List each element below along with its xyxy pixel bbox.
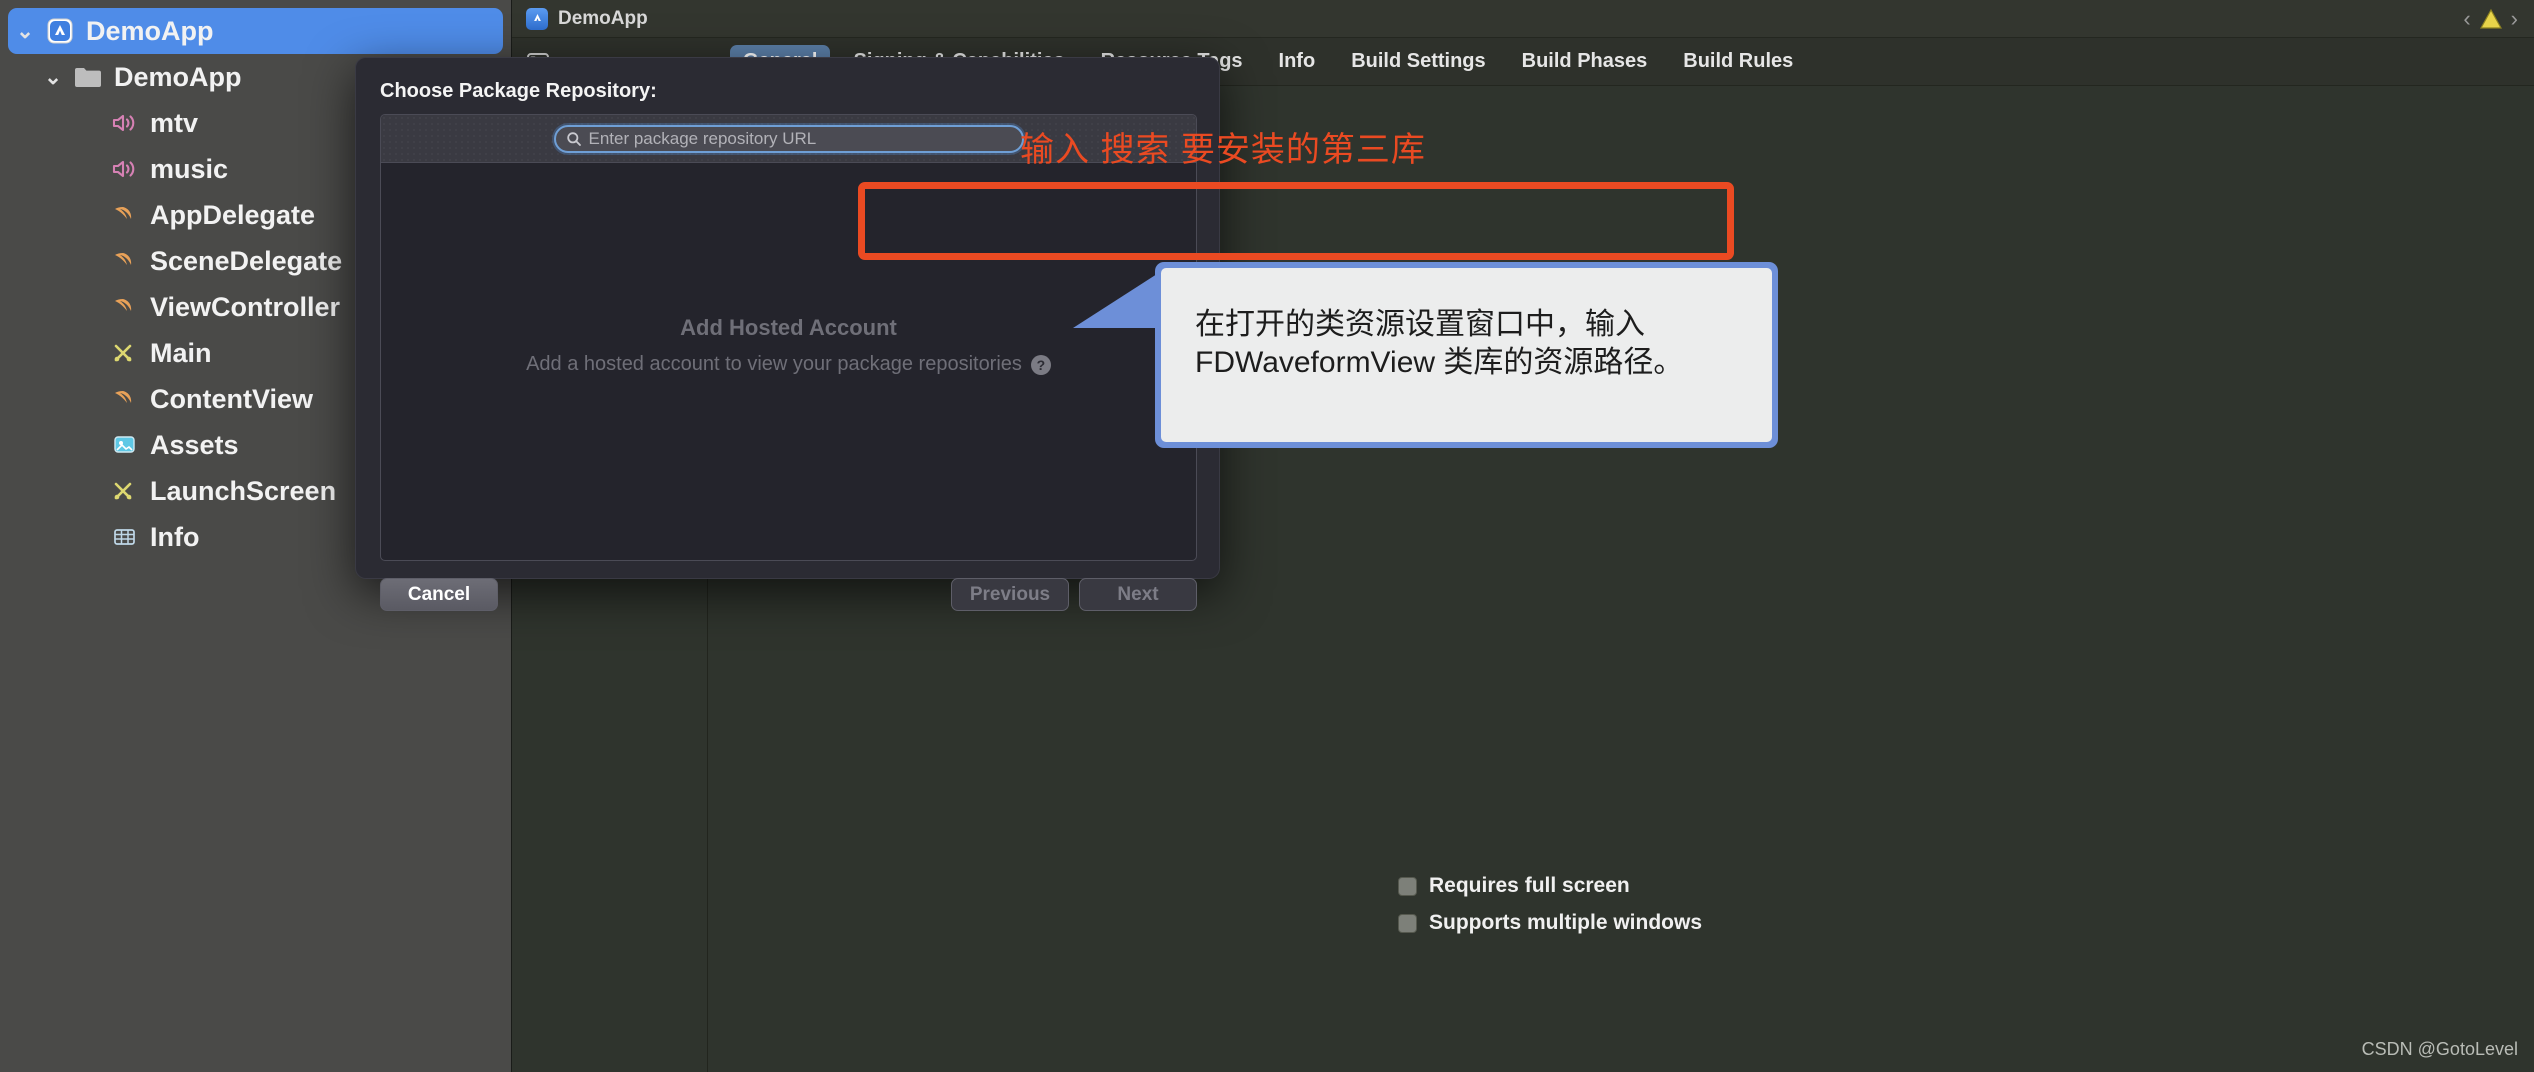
callout-text: 在打开的类资源设置窗口中，输入 FDWaveformView 类库的资源路径。: [1195, 308, 1684, 379]
storyboard-icon: [104, 479, 144, 503]
spacer: ·: [74, 297, 104, 318]
annotation-red-highlight-box: [858, 182, 1734, 260]
empty-subtitle-text: Add a hosted account to view your packag…: [526, 353, 1022, 375]
callout-tail: [1073, 274, 1157, 328]
audio-icon: [104, 157, 144, 181]
cancel-button[interactable]: Cancel: [380, 578, 498, 611]
titlebar-title: DemoApp: [558, 7, 648, 29]
checkbox-supports-multiple-windows[interactable]: Supports multiple windows: [1398, 911, 1702, 935]
chevron-down-icon[interactable]: ⌄: [10, 21, 40, 42]
sidebar-item-label: AppDelegate: [150, 199, 316, 230]
sidebar-item-label: ViewController: [150, 291, 341, 322]
checkbox-label: Supports multiple windows: [1429, 911, 1702, 934]
chevron-right-icon[interactable]: ›: [2511, 8, 2518, 30]
spacer: ·: [74, 389, 104, 410]
assets-icon: [104, 433, 144, 457]
storyboard-icon: [104, 341, 144, 365]
audio-icon: [104, 111, 144, 135]
annotation-red-text: 输入 搜索 要安装的第三库: [1020, 131, 1426, 169]
sidebar-item-label: DemoApp: [114, 61, 242, 92]
xcode-window: ⌄ DemoApp ⌄ DemoApp · mtv · music: [0, 0, 2534, 1072]
sidebar-item-label: ContentView: [150, 383, 314, 414]
callout-body: 在打开的类资源设置窗口中，输入 FDWaveformView 类库的资源路径。: [1161, 268, 1772, 442]
navigation-arrows[interactable]: ‹ ›: [2463, 0, 2518, 38]
editor-titlebar: DemoApp ‹ ›: [512, 0, 2534, 38]
spacer: ·: [74, 343, 104, 364]
swift-icon: [104, 203, 144, 227]
add-hosted-account-subtitle: Add a hosted account to view your packag…: [381, 353, 1196, 376]
folder-icon: [68, 65, 108, 89]
checkbox-box[interactable]: [1398, 876, 1417, 896]
sidebar-item-label: Assets: [150, 429, 239, 460]
spacer: ·: [74, 527, 104, 548]
tab-build-phases[interactable]: Build Phases: [1509, 45, 1661, 78]
spacer: ·: [74, 481, 104, 502]
swift-icon: [104, 295, 144, 319]
sidebar-item-demoapp-project[interactable]: ⌄ DemoApp: [8, 8, 503, 54]
watermark: CSDN @GotoLevel: [2361, 1039, 2518, 1059]
spacer: ·: [74, 205, 104, 226]
checkbox-label: Requires full screen: [1429, 874, 1630, 897]
dialog-title: Choose Package Repository:: [380, 80, 657, 102]
sidebar-item-label: SceneDelegate: [150, 245, 343, 276]
tab-info[interactable]: Info: [1266, 45, 1329, 78]
tab-build-settings[interactable]: Build Settings: [1338, 45, 1498, 78]
xcode-project-icon: [40, 18, 80, 44]
swift-icon: [104, 249, 144, 273]
checkbox-requires-full-screen[interactable]: Requires full screen: [1398, 874, 1702, 898]
spacer: ·: [74, 159, 104, 180]
swift-icon: [104, 387, 144, 411]
chevron-down-icon[interactable]: ⌄: [38, 67, 68, 88]
search-icon: [566, 131, 582, 147]
sidebar-item-label: mtv: [150, 107, 199, 138]
search-placeholder: Enter package repository URL: [588, 128, 817, 148]
warning-triangle-icon[interactable]: [2479, 8, 2503, 30]
annotation-callout: 在打开的类资源设置窗口中，输入 FDWaveformView 类库的资源路径。: [1073, 262, 1778, 448]
spacer: ·: [74, 251, 104, 272]
checkbox-box[interactable]: [1398, 913, 1417, 933]
search-input[interactable]: Enter package repository URL: [553, 124, 1024, 153]
sidebar-item-label: LaunchScreen: [150, 475, 337, 506]
sidebar-item-label: DemoApp: [86, 15, 214, 46]
xcode-project-icon: [526, 7, 548, 30]
spacer: ·: [74, 113, 104, 134]
help-circle-icon[interactable]: ?: [1030, 354, 1051, 375]
spacer: ·: [74, 435, 104, 456]
sidebar-item-label: Main: [150, 337, 212, 368]
sidebar-item-label: Info: [150, 521, 200, 552]
sidebar-item-label: music: [150, 153, 229, 184]
plist-icon: [104, 525, 144, 549]
next-button[interactable]: Next: [1079, 578, 1197, 611]
chevron-left-icon[interactable]: ‹: [2463, 8, 2470, 30]
previous-button[interactable]: Previous: [951, 578, 1069, 611]
tab-build-rules[interactable]: Build Rules: [1670, 45, 1806, 78]
deployment-options-group: Requires full screen Supports multiple w…: [1398, 874, 1702, 935]
